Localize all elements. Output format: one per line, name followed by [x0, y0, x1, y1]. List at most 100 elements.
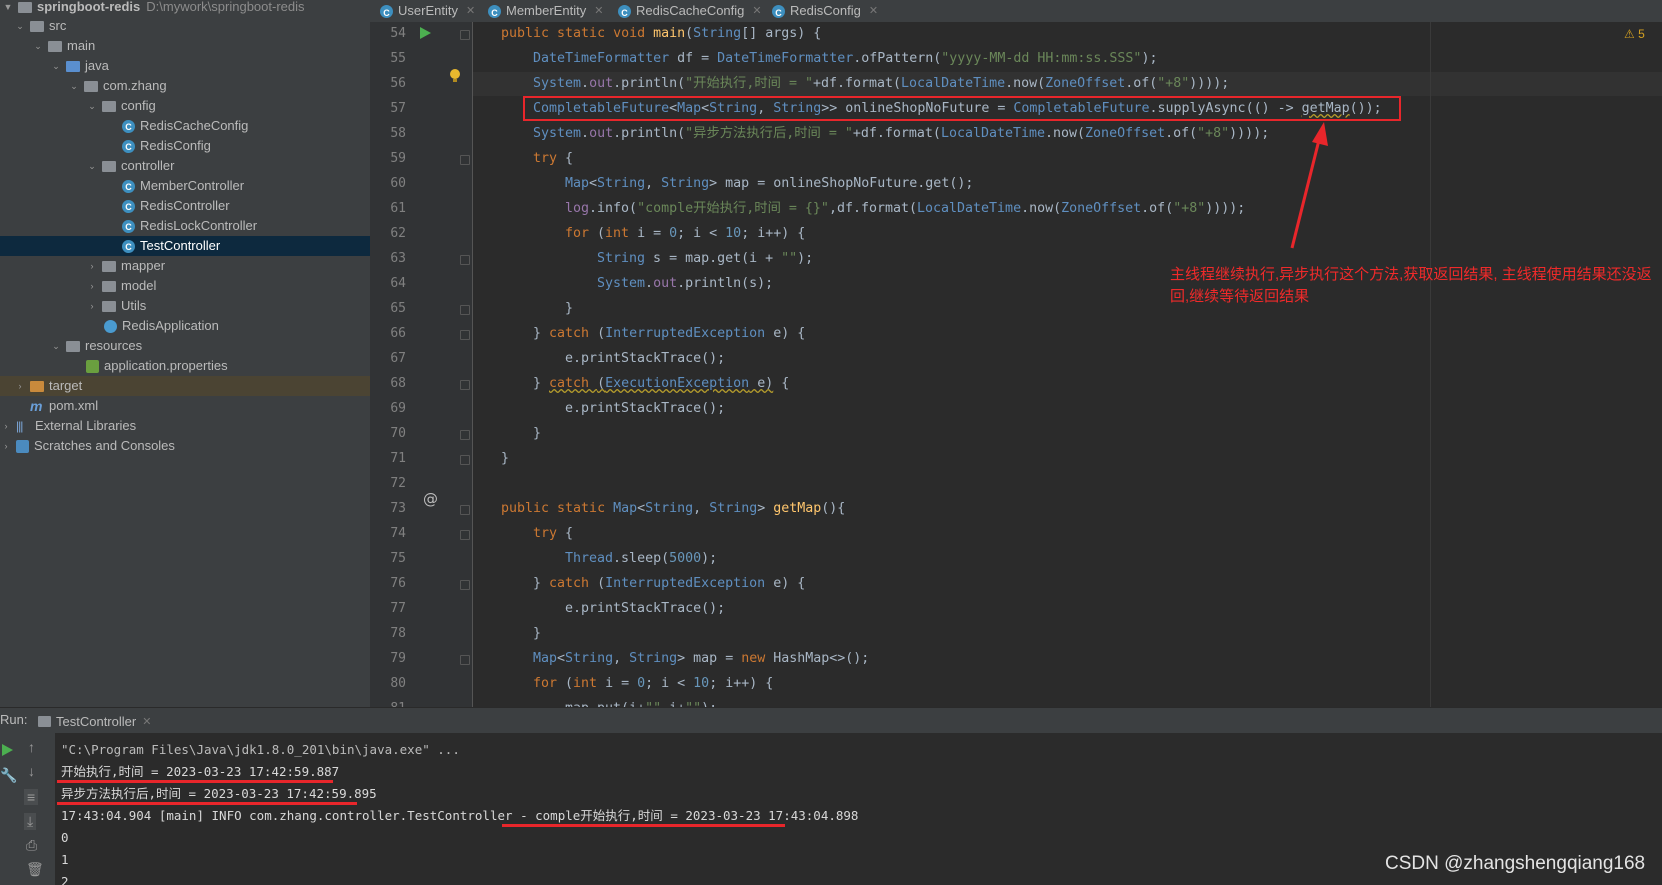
tree-item-label: RedisLockController [140, 218, 258, 233]
close-icon[interactable]: ✕ [594, 0, 603, 22]
code-line: } [533, 626, 542, 641]
fold-marker-icon[interactable] [460, 530, 470, 540]
tree-item-main[interactable]: ⌄ main [0, 36, 370, 56]
tree-item-testcontroller[interactable]: TestController [0, 236, 370, 257]
editor-gutter[interactable]: 54 55 56 57 58 59 60 61 62 63 64 65 66 6… [370, 22, 473, 707]
code-line: map.put(i+"",i+""); [565, 697, 717, 707]
line-number: 54 [390, 26, 406, 41]
fold-marker-icon[interactable] [460, 430, 470, 440]
tab-userentity[interactable]: UserEntity ✕ [380, 0, 475, 24]
tree-item-target[interactable]: › target [0, 376, 370, 396]
chevron-down-icon[interactable]: ⌄ [50, 60, 62, 72]
close-icon[interactable]: ✕ [466, 0, 475, 22]
print-icon[interactable]: ⎙ [26, 837, 37, 854]
warning-count-value: 5 [1638, 27, 1645, 41]
fold-marker-icon[interactable] [460, 305, 470, 315]
class-icon [380, 2, 393, 24]
run-tab-testcontroller[interactable]: TestController ✕ [38, 708, 151, 734]
code-line: public static Map<String, String> getMap… [501, 501, 846, 516]
tree-item-membercontroller[interactable]: MemberController [0, 176, 370, 197]
tree-item-controller[interactable]: ⌄ controller [0, 156, 370, 176]
line-number: 57 [390, 101, 406, 116]
class-icon [618, 2, 631, 24]
code-line: Map<String, String> map = new HashMap<>(… [533, 651, 870, 666]
line-number: 81 [370, 697, 406, 707]
fold-marker-icon[interactable] [460, 155, 470, 165]
chevron-down-icon[interactable]: ⌄ [50, 340, 62, 352]
code-line: try { [533, 151, 574, 166]
close-icon[interactable]: ✕ [752, 0, 761, 22]
trash-icon[interactable]: 🗑 [26, 861, 44, 878]
tree-item-config[interactable]: ⌄ config [0, 96, 370, 116]
chevron-down-icon[interactable]: ⌄ [32, 40, 44, 52]
scroll-to-end-icon[interactable]: ⤓ [24, 813, 37, 830]
tree-item-label: TestController [140, 238, 221, 253]
tree-item-label: java [85, 58, 109, 73]
tree-item-pom[interactable]: m pom.xml [0, 396, 370, 416]
tab-rediscacheconfig[interactable]: RedisCacheConfig ✕ [618, 0, 762, 24]
tree-item-redisconfig[interactable]: RedisConfig [0, 136, 370, 157]
tree-item-label: mapper [121, 258, 166, 273]
rerun-icon[interactable] [0, 743, 14, 757]
chevron-down-icon[interactable]: ▼ [2, 1, 14, 13]
tree-item-src[interactable]: ⌄ src [0, 16, 370, 36]
maven-icon: m [30, 398, 43, 414]
tree-item-label: RedisApplication [122, 318, 219, 333]
line-number: 63 [390, 251, 406, 266]
run-icon[interactable] [418, 26, 432, 40]
tree-item-com-zhang[interactable]: ⌄ com.zhang [0, 76, 370, 96]
tree-item-scratches[interactable]: › Scratches and Consoles [0, 436, 370, 456]
chevron-right-icon[interactable]: › [86, 260, 98, 272]
tree-item-resources[interactable]: ⌄ resources [0, 336, 370, 356]
tree-item-rediscontroller[interactable]: RedisController [0, 196, 370, 217]
chevron-down-icon[interactable]: ⌄ [86, 100, 98, 112]
arrow-down-icon[interactable]: ↓ [28, 763, 35, 779]
fold-marker-icon[interactable] [460, 330, 470, 340]
chevron-right-icon[interactable]: › [14, 380, 26, 392]
tree-root[interactable]: ▼ springboot-redis D:\mywork\springboot-… [0, 0, 370, 17]
code-line: e.printStackTrace(); [565, 401, 726, 416]
source-folder-icon [66, 61, 80, 72]
arrow-up-icon[interactable]: ↑ [28, 739, 35, 755]
chevron-right-icon[interactable]: › [86, 280, 98, 292]
tree-item-redisapplication[interactable]: RedisApplication [0, 316, 370, 336]
soft-wrap-icon[interactable]: ≡ [24, 789, 39, 805]
fold-marker-icon[interactable] [460, 30, 470, 40]
line-number: 64 [390, 276, 406, 291]
line-number: 58 [390, 126, 406, 141]
tree-item-java[interactable]: ⌄ java [0, 56, 370, 76]
code-editor[interactable]: public static void main(String[] args) {… [473, 22, 1662, 707]
fold-marker-icon[interactable] [460, 455, 470, 465]
class-icon [122, 117, 135, 137]
fold-marker-icon[interactable] [460, 655, 470, 665]
fold-marker-icon[interactable] [460, 580, 470, 590]
tab-memberentity[interactable]: MemberEntity ✕ [488, 0, 603, 24]
tab-redisconfig[interactable]: RedisConfig ✕ [772, 0, 878, 24]
lightbulb-icon[interactable] [448, 68, 462, 84]
fold-marker-icon[interactable] [460, 255, 470, 265]
tree-item-label: application.properties [104, 358, 228, 373]
tree-item-rediscacheconfig[interactable]: RedisCacheConfig [0, 116, 370, 137]
implementation-marker-icon[interactable]: @ [423, 490, 438, 508]
fold-marker-icon[interactable] [460, 505, 470, 515]
chevron-right-icon[interactable]: › [0, 420, 12, 432]
chevron-down-icon[interactable]: ⌄ [86, 160, 98, 172]
tree-item-model[interactable]: › model [0, 276, 370, 296]
tree-item-mapper[interactable]: › mapper [0, 256, 370, 276]
chevron-down-icon[interactable]: ⌄ [14, 20, 26, 32]
fold-marker-icon[interactable] [460, 380, 470, 390]
package-icon [102, 161, 116, 172]
annotation-highlight-box [523, 96, 1401, 121]
tree-item-application-properties[interactable]: application.properties [0, 356, 370, 376]
chevron-right-icon[interactable]: › [0, 440, 12, 452]
chevron-down-icon[interactable]: ⌄ [68, 80, 80, 92]
tree-item-utils[interactable]: › Utils [0, 296, 370, 316]
warning-count[interactable]: ⚠ 5 [1624, 27, 1645, 41]
tree-item-redislockcontroller[interactable]: RedisLockController [0, 216, 370, 237]
wrench-icon[interactable]: 🔧 [0, 767, 17, 784]
annotation-arrow [1290, 122, 1328, 249]
tree-item-external-libraries[interactable]: › External Libraries [0, 416, 370, 436]
chevron-right-icon[interactable]: › [86, 300, 98, 312]
close-icon[interactable]: ✕ [869, 0, 878, 22]
close-icon[interactable]: ✕ [142, 715, 151, 728]
